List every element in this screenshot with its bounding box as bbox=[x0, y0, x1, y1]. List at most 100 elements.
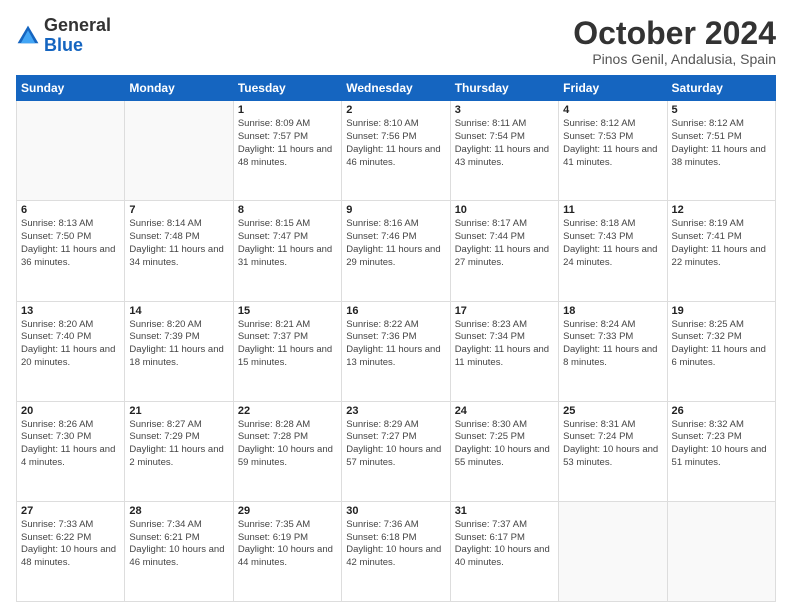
day-number: 26 bbox=[672, 405, 771, 417]
day-number: 4 bbox=[563, 104, 662, 116]
day-number: 31 bbox=[455, 505, 554, 517]
weekday-header-thursday: Thursday bbox=[450, 76, 558, 101]
logo-general-text: General bbox=[44, 15, 111, 35]
day-cell: 23Sunrise: 8:29 AMSunset: 7:27 PMDayligh… bbox=[342, 401, 450, 501]
day-cell: 10Sunrise: 8:17 AMSunset: 7:44 PMDayligh… bbox=[450, 201, 558, 301]
day-info: Sunrise: 8:23 AMSunset: 7:34 PMDaylight:… bbox=[455, 319, 554, 370]
day-number: 27 bbox=[21, 505, 120, 517]
day-cell: 16 Sunrise: 8:22 AMSunset: 7:36 PMDayligh… bbox=[342, 301, 450, 401]
day-info: Sunrise: 7:36 AMSunset: 6:18 PMDaylight:… bbox=[346, 519, 445, 570]
page: General Blue October 2024 Pinos Genil, A… bbox=[0, 0, 792, 612]
day-cell: 8 Sunrise: 8:15 AMSunset: 7:47 PMDaylight… bbox=[233, 201, 341, 301]
day-info: Sunrise: 8:27 AMSunset: 7:29 PMDaylight:… bbox=[129, 419, 228, 470]
day-cell: 13 Sunrise: 8:20 AMSunset: 7:40 PMDayligh… bbox=[17, 301, 125, 401]
day-number: 11 bbox=[563, 204, 662, 216]
day-cell: 25 Sunrise: 8:31 AMSunset: 7:24 PMDayligh… bbox=[559, 401, 667, 501]
day-cell: 4 Sunrise: 8:12 AMSunset: 7:53 PMDaylight… bbox=[559, 101, 667, 201]
day-cell: 15Sunrise: 8:21 AMSunset: 7:37 PMDayligh… bbox=[233, 301, 341, 401]
week-row-2: 6 Sunrise: 8:13 AMSunset: 7:50 PMDaylight… bbox=[17, 201, 776, 301]
day-info: Sunrise: 8:10 AMSunset: 7:56 PMDaylight:… bbox=[346, 118, 445, 169]
day-cell bbox=[667, 501, 775, 601]
day-number: 7 bbox=[129, 204, 228, 216]
day-number: 30 bbox=[346, 505, 445, 517]
week-row-1: 1 Sunrise: 8:09 AMSunset: 7:57 PMDaylight… bbox=[17, 101, 776, 201]
day-cell: 24 Sunrise: 8:30 AMSunset: 7:25 PMDayligh… bbox=[450, 401, 558, 501]
day-number: 17 bbox=[455, 305, 554, 317]
day-cell: 11 Sunrise: 8:18 AMSunset: 7:43 PMDayligh… bbox=[559, 201, 667, 301]
day-info: Sunrise: 8:25 AMSunset: 7:32 PMDaylight:… bbox=[672, 319, 771, 370]
day-cell: 1 Sunrise: 8:09 AMSunset: 7:57 PMDaylight… bbox=[233, 101, 341, 201]
logo: General Blue bbox=[16, 16, 111, 56]
day-number: 12 bbox=[672, 204, 771, 216]
day-info: Sunrise: 7:35 AMSunset: 6:19 PMDaylight:… bbox=[238, 519, 337, 570]
day-info: Sunrise: 8:19 AMSunset: 7:41 PMDaylight:… bbox=[672, 218, 771, 269]
day-number: 5 bbox=[672, 104, 771, 116]
day-number: 23 bbox=[346, 405, 445, 417]
day-info: Sunrise: 8:28 AMSunset: 7:28 PMDaylight:… bbox=[238, 419, 337, 470]
day-cell: 18 Sunrise: 8:24 AMSunset: 7:33 PMDayligh… bbox=[559, 301, 667, 401]
day-cell bbox=[17, 101, 125, 201]
day-info: Sunrise: 8:20 AMSunset: 7:39 PMDaylight:… bbox=[129, 319, 228, 370]
day-number: 19 bbox=[672, 305, 771, 317]
day-cell: 29Sunrise: 7:35 AMSunset: 6:19 PMDayligh… bbox=[233, 501, 341, 601]
day-cell: 3Sunrise: 8:11 AMSunset: 7:54 PMDaylight… bbox=[450, 101, 558, 201]
weekday-header-saturday: Saturday bbox=[667, 76, 775, 101]
day-cell: 30 Sunrise: 7:36 AMSunset: 6:18 PMDayligh… bbox=[342, 501, 450, 601]
day-number: 1 bbox=[238, 104, 337, 116]
location: Pinos Genil, Andalusia, Spain bbox=[573, 51, 776, 67]
day-number: 8 bbox=[238, 204, 337, 216]
day-info: Sunrise: 8:18 AMSunset: 7:43 PMDaylight:… bbox=[563, 218, 662, 269]
day-number: 13 bbox=[21, 305, 120, 317]
weekday-header-monday: Monday bbox=[125, 76, 233, 101]
week-row-5: 27 Sunrise: 7:33 AMSunset: 6:22 PMDayligh… bbox=[17, 501, 776, 601]
day-info: Sunrise: 8:12 AMSunset: 7:51 PMDaylight:… bbox=[672, 118, 771, 169]
week-row-3: 13 Sunrise: 8:20 AMSunset: 7:40 PMDayligh… bbox=[17, 301, 776, 401]
day-info: Sunrise: 8:20 AMSunset: 7:40 PMDaylight:… bbox=[21, 319, 120, 370]
day-number: 15 bbox=[238, 305, 337, 317]
day-info: Sunrise: 8:30 AMSunset: 7:25 PMDaylight:… bbox=[455, 419, 554, 470]
day-cell: 14 Sunrise: 8:20 AMSunset: 7:39 PMDayligh… bbox=[125, 301, 233, 401]
day-info: Sunrise: 8:32 AMSunset: 7:23 PMDaylight:… bbox=[672, 419, 771, 470]
title-block: October 2024 Pinos Genil, Andalusia, Spa… bbox=[573, 16, 776, 67]
day-info: Sunrise: 8:09 AMSunset: 7:57 PMDaylight:… bbox=[238, 118, 337, 169]
day-number: 24 bbox=[455, 405, 554, 417]
day-info: Sunrise: 8:15 AMSunset: 7:47 PMDaylight:… bbox=[238, 218, 337, 269]
day-cell: 17 Sunrise: 8:23 AMSunset: 7:34 PMDayligh… bbox=[450, 301, 558, 401]
day-info: Sunrise: 8:22 AMSunset: 7:36 PMDaylight:… bbox=[346, 319, 445, 370]
day-number: 25 bbox=[563, 405, 662, 417]
day-cell: 28Sunrise: 7:34 AMSunset: 6:21 PMDayligh… bbox=[125, 501, 233, 601]
logo-blue-text: Blue bbox=[44, 35, 83, 55]
header: General Blue October 2024 Pinos Genil, A… bbox=[16, 16, 776, 67]
day-info: Sunrise: 8:13 AMSunset: 7:50 PMDaylight:… bbox=[21, 218, 120, 269]
day-number: 21 bbox=[129, 405, 228, 417]
day-info: Sunrise: 7:34 AMSunset: 6:21 PMDaylight:… bbox=[129, 519, 228, 570]
day-info: Sunrise: 8:17 AMSunset: 7:44 PMDaylight:… bbox=[455, 218, 554, 269]
day-info: Sunrise: 8:11 AMSunset: 7:54 PMDaylight:… bbox=[455, 118, 554, 169]
week-row-4: 20Sunrise: 8:26 AMSunset: 7:30 PMDayligh… bbox=[17, 401, 776, 501]
day-cell: 31 Sunrise: 7:37 AMSunset: 6:17 PMDayligh… bbox=[450, 501, 558, 601]
day-cell: 2Sunrise: 8:10 AMSunset: 7:56 PMDaylight… bbox=[342, 101, 450, 201]
month-title: October 2024 bbox=[573, 16, 776, 51]
day-info: Sunrise: 7:37 AMSunset: 6:17 PMDaylight:… bbox=[455, 519, 554, 570]
day-number: 18 bbox=[563, 305, 662, 317]
day-cell: 19 Sunrise: 8:25 AMSunset: 7:32 PMDayligh… bbox=[667, 301, 775, 401]
day-info: Sunrise: 8:16 AMSunset: 7:46 PMDaylight:… bbox=[346, 218, 445, 269]
day-info: Sunrise: 8:24 AMSunset: 7:33 PMDaylight:… bbox=[563, 319, 662, 370]
weekday-header-sunday: Sunday bbox=[17, 76, 125, 101]
day-cell: 7Sunrise: 8:14 AMSunset: 7:48 PMDaylight… bbox=[125, 201, 233, 301]
day-number: 16 bbox=[346, 305, 445, 317]
day-info: Sunrise: 7:33 AMSunset: 6:22 PMDaylight:… bbox=[21, 519, 120, 570]
day-cell: 12 Sunrise: 8:19 AMSunset: 7:41 PMDayligh… bbox=[667, 201, 775, 301]
weekday-header-friday: Friday bbox=[559, 76, 667, 101]
day-cell: 20Sunrise: 8:26 AMSunset: 7:30 PMDayligh… bbox=[17, 401, 125, 501]
day-number: 14 bbox=[129, 305, 228, 317]
day-cell: 21 Sunrise: 8:27 AMSunset: 7:29 PMDayligh… bbox=[125, 401, 233, 501]
day-cell: 26 Sunrise: 8:32 AMSunset: 7:23 PMDayligh… bbox=[667, 401, 775, 501]
day-cell bbox=[559, 501, 667, 601]
day-info: Sunrise: 8:31 AMSunset: 7:24 PMDaylight:… bbox=[563, 419, 662, 470]
day-cell: 27 Sunrise: 7:33 AMSunset: 6:22 PMDayligh… bbox=[17, 501, 125, 601]
day-cell: 5 Sunrise: 8:12 AMSunset: 7:51 PMDaylight… bbox=[667, 101, 775, 201]
day-info: Sunrise: 8:12 AMSunset: 7:53 PMDaylight:… bbox=[563, 118, 662, 169]
day-number: 6 bbox=[21, 204, 120, 216]
day-info: Sunrise: 8:26 AMSunset: 7:30 PMDaylight:… bbox=[21, 419, 120, 470]
